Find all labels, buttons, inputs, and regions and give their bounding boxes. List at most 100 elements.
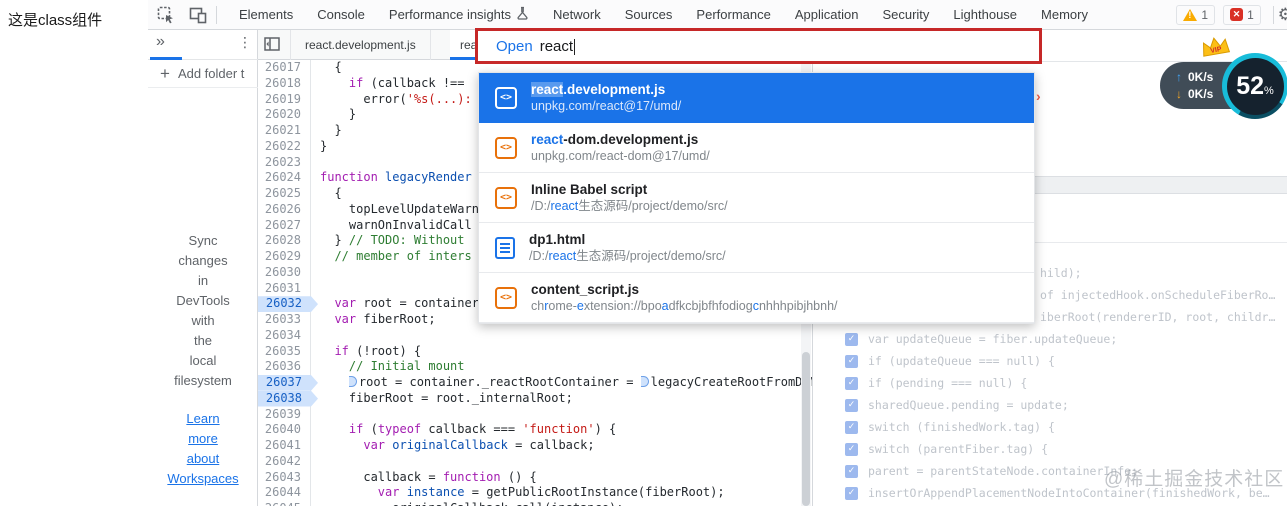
toolbar-divider <box>216 5 217 24</box>
breakpoint-line-number[interactable]: 26038 <box>258 391 318 407</box>
breakpoint-checkbox[interactable]: ✓ <box>845 486 858 500</box>
breakpoint-entry[interactable]: ✓ sharedQueue.pending = update; <box>812 394 1287 416</box>
line-number[interactable]: 26036 <box>258 359 310 375</box>
line-number[interactable]: 26035 <box>258 344 310 360</box>
toolbar-tab-console[interactable]: Console <box>305 0 377 30</box>
breakpoint-entry[interactable]: ✓ switch (parentFiber.tag) { <box>812 438 1287 460</box>
more-options-icon[interactable]: ⋮ <box>238 35 252 51</box>
line-number[interactable]: 26026 <box>258 202 310 218</box>
line-number[interactable]: 26021 <box>258 123 310 139</box>
editor-tab-react-development[interactable]: react.development.js <box>290 30 431 60</box>
line-number[interactable]: 26029 <box>258 249 310 265</box>
learn-more-link-line[interactable]: more <box>148 429 258 449</box>
line-number[interactable]: 26044 <box>258 485 310 501</box>
line-number[interactable]: 26045 <box>258 501 310 506</box>
line-number[interactable]: 26042 <box>258 454 310 470</box>
editor-scrollbar-thumb[interactable] <box>802 352 810 506</box>
errors-badge[interactable]: ✕ 1 <box>1223 4 1261 25</box>
settings-gear-icon[interactable]: ⚙ <box>1278 5 1287 25</box>
warnings-badge[interactable]: 1 <box>1176 4 1216 25</box>
breakpoint-entry[interactable]: ✓ if (updateQueue === null) { <box>812 350 1287 372</box>
line-number[interactable]: 26033 <box>258 312 310 328</box>
line-number[interactable]: 26019 <box>258 92 310 108</box>
workspaces-learn-more-link: Learn more about Workspaces <box>148 409 258 489</box>
breakpoint-line-number[interactable]: 26037 <box>258 375 318 391</box>
code-line-text: // Initial mount <box>348 359 465 374</box>
line-number[interactable]: 26020 <box>258 107 310 123</box>
script-file-icon: <> <box>495 86 517 109</box>
quick-open-item[interactable]: <> react-dom.development.js unpkg.com/reac… <box>479 123 1034 173</box>
toolbar-tab-security[interactable]: Security <box>870 0 941 30</box>
breakpoint-checkbox[interactable]: ✓ <box>845 398 858 412</box>
toolbar-tab-memory[interactable]: Memory <box>1029 0 1100 30</box>
toolbar-tab-application[interactable]: Application <box>783 0 871 30</box>
quick-open-item[interactable]: <> Inline Babel script/D:/react生态源码/proje… <box>479 173 1034 223</box>
inspect-element-icon[interactable] <box>152 3 180 27</box>
breakpoint-checkbox[interactable]: ✓ <box>845 420 858 434</box>
sync-message-line: filesystem <box>174 373 232 388</box>
line-number[interactable]: 26023 <box>258 155 310 171</box>
code-line-text: callback = function () { <box>320 469 537 484</box>
quick-open-item[interactable]: dp1.html/D:/react生态源码/project/demo/src/ <box>479 223 1034 273</box>
toolbar-tab-lighthouse[interactable]: Lighthouse <box>941 0 1029 30</box>
breakpoint-checkbox[interactable]: ✓ <box>845 354 858 368</box>
breakpoint-checkbox[interactable]: ✓ <box>845 442 858 456</box>
toggle-navigator-panel-icon[interactable] <box>264 37 280 56</box>
line-number[interactable]: 26039 <box>258 407 310 423</box>
breakpoint-entry-text: iberRoot(rendererID, root, childr… <box>1040 310 1276 324</box>
memory-usage-ring[interactable]: 52% <box>1222 53 1287 119</box>
inline-breakpoint-marker-icon[interactable] <box>640 376 649 387</box>
script-file-icon: <> <box>495 186 517 209</box>
toolbar-tab-label: Security <box>882 7 930 22</box>
code-line: 26039 <box>258 407 812 423</box>
line-number[interactable]: 26041 <box>258 438 310 454</box>
line-number[interactable]: 26022 <box>258 139 310 155</box>
inline-breakpoint-marker-icon[interactable] <box>348 376 357 387</box>
learn-more-link-line[interactable]: about <box>148 449 258 469</box>
line-number[interactable]: 26031 <box>258 281 310 297</box>
line-number[interactable]: 26027 <box>258 218 310 234</box>
code-line: 26041 var originalCallback = callback; <box>258 438 812 454</box>
workspace-sync-message: Sync changes in DevTools with the local filesys… <box>148 231 258 391</box>
code-line: 26040 if (typeof callback === 'function'… <box>258 422 812 438</box>
flask-icon <box>516 6 529 23</box>
toolbar-tab-performance[interactable]: Performance <box>684 0 782 30</box>
learn-more-link-line[interactable]: Workspaces <box>148 469 258 489</box>
line-number[interactable]: 26030 <box>258 265 310 281</box>
tab-overflow-chevron-icon[interactable]: › <box>1036 88 1041 104</box>
breakpoint-checkbox[interactable]: ✓ <box>845 464 858 478</box>
more-tabs-icon[interactable]: » <box>156 33 165 51</box>
add-folder-button[interactable]: + Add folder t <box>148 60 258 88</box>
quick-open-item[interactable]: <> react.development.js unpkg.com/react@17… <box>479 73 1034 123</box>
breakpoint-entry[interactable]: ✓ switch (finishedWork.tag) { <box>812 416 1287 438</box>
line-number[interactable]: 26025 <box>258 186 310 202</box>
line-number[interactable]: 26024 <box>258 170 310 186</box>
toolbar-tab-elements[interactable]: Elements <box>227 0 305 30</box>
code-line: 26035 if (!root) { <box>258 344 812 360</box>
line-number[interactable]: 26043 <box>258 470 310 486</box>
breakpoint-entry[interactable]: ✓ var updateQueue = fiber.updateQueue; <box>812 328 1287 350</box>
learn-more-link-line[interactable]: Learn <box>148 409 258 429</box>
breakpoint-entry-text: switch (parentFiber.tag) { <box>868 442 1049 456</box>
toolbar-tab-sources[interactable]: Sources <box>613 0 685 30</box>
code-line-text: } <box>320 123 342 137</box>
breakpoint-checkbox[interactable]: ✓ <box>845 376 858 390</box>
device-toolbar-icon[interactable] <box>184 3 212 27</box>
breakpoint-entry[interactable]: ✓ if (pending === null) { <box>812 372 1287 394</box>
line-number[interactable]: 26040 <box>258 422 310 438</box>
code-line-text: if (!root) { <box>334 343 422 358</box>
line-number[interactable]: 26018 <box>258 76 310 92</box>
toolbar-tab-performance-insights[interactable]: Performance insights <box>377 0 541 30</box>
code-line: 26037 root = container._reactRootContain… <box>258 375 812 391</box>
script-file-icon: <> <box>495 286 517 309</box>
line-number[interactable]: 26017 <box>258 60 310 76</box>
line-number[interactable]: 26034 <box>258 328 310 344</box>
result-title: react-dom.development.js <box>531 132 699 147</box>
toolbar-tab-network[interactable]: Network <box>541 0 613 30</box>
line-number[interactable]: 26028 <box>258 233 310 249</box>
breakpoint-line-number[interactable]: 26032 <box>258 296 318 312</box>
code-line-text: root = container._reactRootContainer = l… <box>310 375 812 391</box>
quick-open-item[interactable]: <> content_script.js chrome-extension://bp… <box>479 273 1034 323</box>
warning-count: 1 <box>1201 7 1209 22</box>
breakpoint-checkbox[interactable]: ✓ <box>845 332 858 346</box>
